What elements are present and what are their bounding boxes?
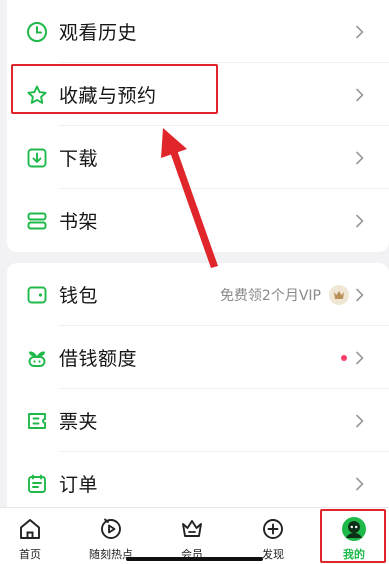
order-icon (26, 473, 48, 495)
ticket-icon (26, 410, 48, 432)
menu-card-top: 观看历史 收藏与预约 下载 书架 (7, 0, 389, 252)
chevron-right-icon (355, 413, 364, 428)
vip-promo-text: 免费领2个月VIP (219, 287, 321, 304)
tab-home[interactable]: 首页 (0, 508, 60, 564)
menu-item-label: 观看历史 (59, 22, 138, 44)
play-icon (98, 516, 124, 542)
menu-item-tickets[interactable]: 票夹 (7, 389, 389, 452)
menu-item-history[interactable]: 观看历史 (7, 0, 389, 63)
menu-item-label: 钱包 (59, 285, 99, 307)
menu-item-credit[interactable]: 借钱额度 (7, 326, 389, 389)
notification-dot (341, 354, 347, 361)
plus-icon (260, 516, 286, 542)
annotation-highlight-box (11, 64, 218, 114)
menu-item-bookshelf[interactable]: 书架 (7, 189, 389, 252)
menu-item-label: 下载 (59, 148, 99, 170)
sprout-icon (26, 347, 48, 369)
home-icon (17, 516, 43, 542)
menu-card-bottom: 钱包 免费领2个月VIP 借钱额度 票夹 订单 (7, 263, 389, 520)
tab-discover[interactable]: 发现 (243, 508, 303, 564)
menu-item-wallet[interactable]: 钱包 免费领2个月VIP (7, 263, 389, 326)
chevron-right-icon (355, 476, 364, 491)
menu-item-label: 借钱额度 (59, 348, 138, 370)
bookshelf-icon (26, 210, 48, 232)
crown-icon (179, 516, 205, 542)
chevron-right-icon (355, 350, 364, 365)
chevron-right-icon (355, 87, 364, 102)
menu-item-label: 票夹 (59, 411, 99, 433)
vip-crown-icon (329, 284, 349, 305)
bottom-tab-bar: 首页 随刻热点 会员 发现 我的 (0, 507, 389, 564)
download-icon (26, 147, 48, 169)
wallet-icon (26, 284, 48, 306)
clock-icon (26, 21, 48, 43)
annotation-tab-highlight (320, 509, 386, 563)
menu-item-label: 订单 (59, 474, 99, 496)
chevron-right-icon (355, 150, 364, 165)
menu-item-download[interactable]: 下载 (7, 126, 389, 189)
chevron-right-icon (355, 24, 364, 39)
tab-vip[interactable]: 会员 (162, 508, 222, 564)
tab-trending[interactable]: 随刻热点 (81, 508, 141, 564)
tab-label: 发现 (262, 548, 284, 561)
menu-item-orders[interactable]: 订单 (7, 452, 389, 515)
chevron-right-icon (355, 213, 364, 228)
chevron-right-icon (355, 287, 364, 302)
menu-item-label: 书架 (59, 211, 99, 233)
home-indicator (126, 557, 263, 561)
tab-label: 首页 (19, 548, 41, 561)
vip-promo[interactable]: 免费领2个月VIP (219, 284, 349, 305)
